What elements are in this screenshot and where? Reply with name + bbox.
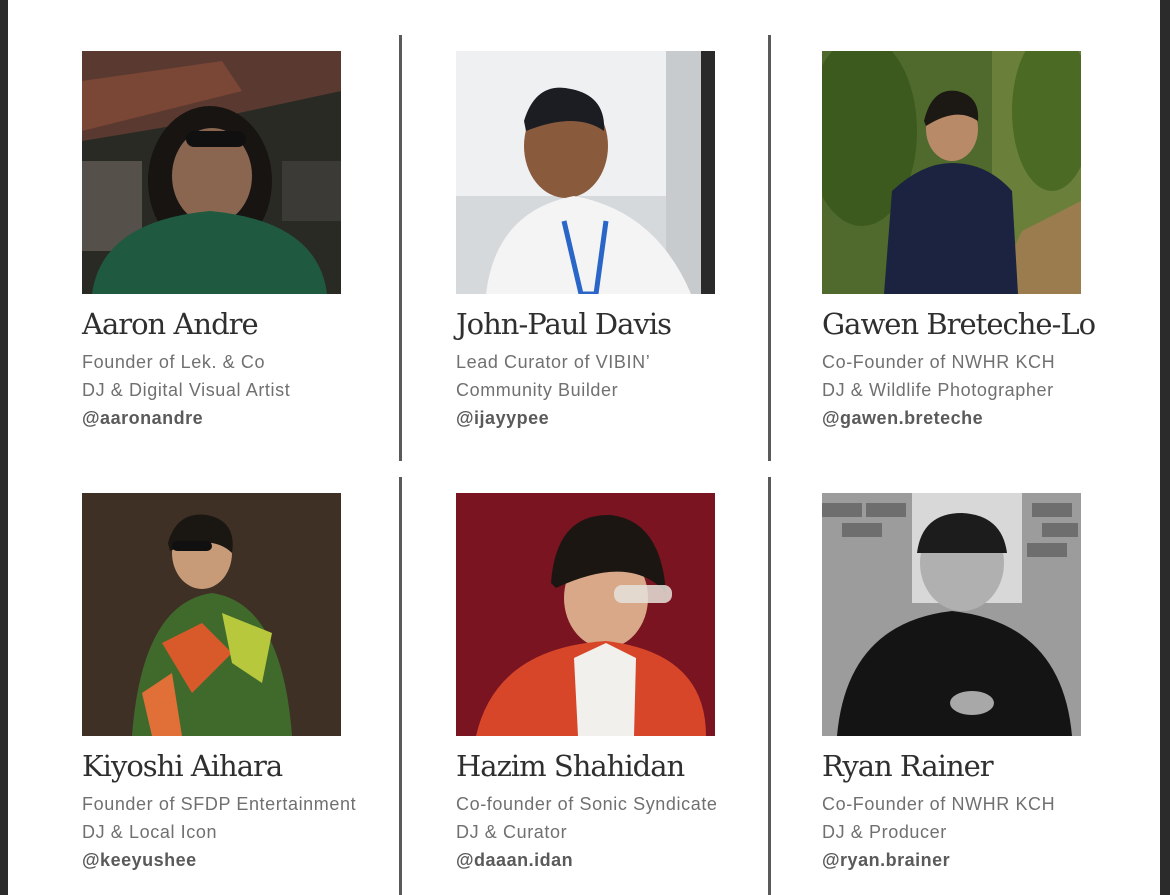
person-role: DJ & Local Icon [82, 822, 218, 842]
person-role: Founder of SFDP Entertainment [82, 794, 357, 814]
person-role: Co-founder of Sonic Syndicate [456, 794, 718, 814]
profile-card: John-Paul Davis Lead Curator of VIBIN’ C… [456, 51, 786, 432]
person-role: Community Builder [456, 380, 619, 400]
profile-photo [82, 493, 341, 736]
profile-card: Gawen Breteche-Lo Co-Founder of NWHR KCH… [822, 51, 1152, 432]
person-role: Co-Founder of NWHR KCH [822, 352, 1056, 372]
person-role: DJ & Wildlife Photographer [822, 380, 1054, 400]
person-name: Hazim Shahidan [456, 749, 685, 783]
profile-photo [822, 51, 1081, 294]
person-role: Co-Founder of NWHR KCH [822, 794, 1056, 814]
person-role: DJ & Producer [822, 822, 947, 842]
profile-card: Hazim Shahidan Co-founder of Sonic Syndi… [456, 493, 786, 874]
social-handle[interactable]: @keeyushee [82, 846, 412, 874]
person-name: Gawen Breteche-Lo [822, 307, 1096, 341]
profile-photo [456, 51, 715, 294]
person-name: Aaron Andre [82, 307, 259, 341]
social-handle[interactable]: @aaronandre [82, 404, 412, 432]
social-handle[interactable]: @gawen.breteche [822, 404, 1152, 432]
social-handle[interactable]: @ryan.brainer [822, 846, 1152, 874]
person-role: DJ & Curator [456, 822, 568, 842]
person-name: Kiyoshi Aihara [82, 749, 283, 783]
person-role: Founder of Lek. & Co [82, 352, 266, 372]
person-name: John-Paul Davis [456, 307, 672, 341]
person-name: Ryan Rainer [822, 749, 994, 783]
profile-card: Ryan Rainer Co-Founder of NWHR KCH DJ & … [822, 493, 1152, 874]
profile-photo [82, 51, 341, 294]
profile-photo [822, 493, 1081, 736]
person-role: Lead Curator of VIBIN’ [456, 352, 651, 372]
profile-card: Kiyoshi Aihara Founder of SFDP Entertain… [82, 493, 412, 874]
social-handle[interactable]: @daaan.idan [456, 846, 786, 874]
profile-photo [456, 493, 715, 736]
team-page: Aaron Andre Founder of Lek. & Co DJ & Di… [8, 0, 1160, 895]
person-role: DJ & Digital Visual Artist [82, 380, 291, 400]
social-handle[interactable]: @ijayypee [456, 404, 786, 432]
profile-card: Aaron Andre Founder of Lek. & Co DJ & Di… [82, 51, 412, 432]
